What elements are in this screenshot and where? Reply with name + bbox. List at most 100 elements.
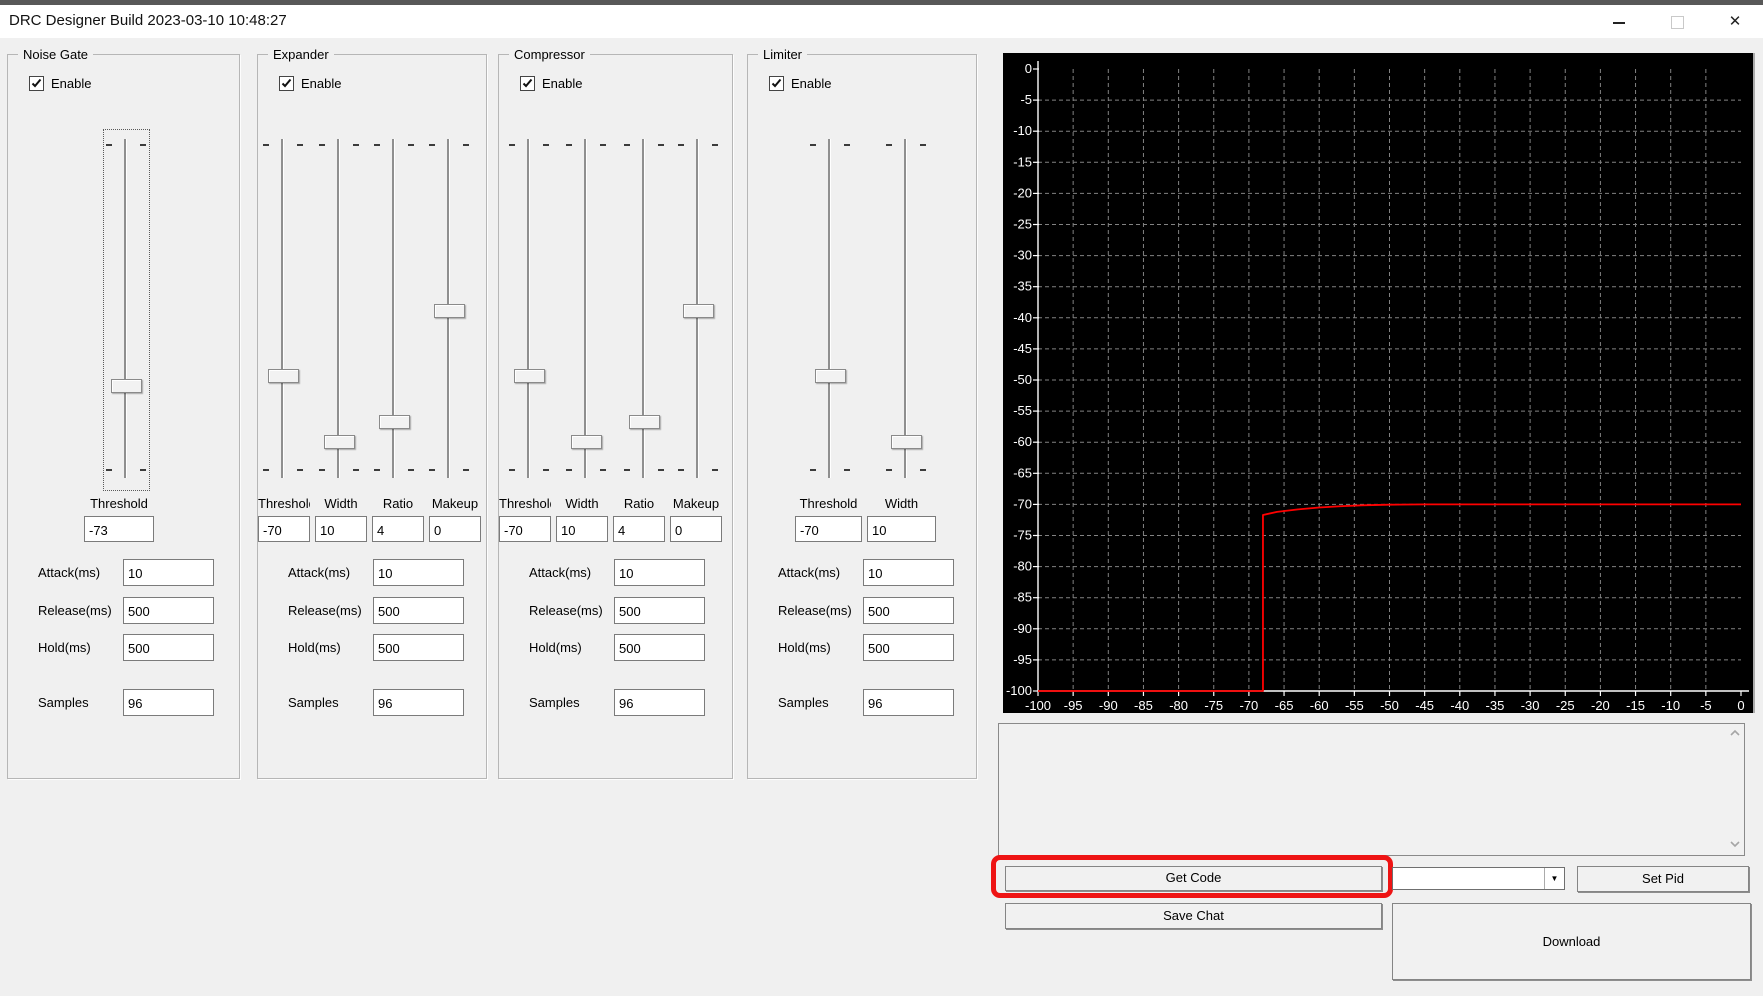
noise-gate-attack-input[interactable]: [123, 559, 214, 586]
tick-mark: [429, 469, 435, 471]
expander-makeup-slider[interactable]: [429, 139, 469, 478]
expander-width-input[interactable]: [315, 516, 367, 542]
slider-thumb[interactable]: [111, 379, 142, 393]
noise-gate-samples-input[interactable]: [123, 689, 214, 716]
tick-mark: [509, 469, 515, 471]
svg-text:-5: -5: [1700, 698, 1712, 713]
tick-mark: [920, 469, 926, 471]
title-bar: DRC Designer Build 2023-03-10 10:48:27 ✕: [0, 5, 1763, 38]
compressor-makeup-input[interactable]: [670, 516, 722, 542]
compressor-threshold-slider[interactable]: [509, 139, 549, 478]
expander-threshold-input[interactable]: [258, 516, 310, 542]
compressor-width-input[interactable]: [556, 516, 608, 542]
tick-mark: [353, 469, 359, 471]
log-textbox[interactable]: [998, 723, 1745, 856]
chevron-down-icon[interactable]: ▼: [1544, 868, 1564, 889]
slider-thumb[interactable]: [379, 415, 410, 429]
noise-gate-threshold-input[interactable]: [84, 516, 154, 542]
slider-thumb[interactable]: [324, 435, 355, 449]
close-button[interactable]: ✕: [1712, 10, 1758, 36]
expander-ratio-slider[interactable]: [374, 139, 414, 478]
slider-thumb[interactable]: [683, 304, 714, 318]
expander-width-slider[interactable]: [319, 139, 359, 478]
minimize-button[interactable]: [1596, 10, 1642, 36]
expander-ratio-input[interactable]: [372, 516, 424, 542]
scroll-up-icon[interactable]: [1727, 727, 1743, 741]
expander-hold-input[interactable]: [373, 634, 464, 661]
expander-release-input[interactable]: [373, 597, 464, 624]
noise-gate-release-input[interactable]: [123, 597, 214, 624]
tick-mark: [678, 144, 684, 146]
expander-threshold-slider[interactable]: [263, 139, 303, 478]
limiter-samples-input[interactable]: [863, 689, 954, 716]
limiter-threshold-input[interactable]: [795, 516, 862, 542]
threshold-column-label: Threshold: [499, 496, 551, 511]
limiter-width-input[interactable]: [867, 516, 936, 542]
limiter-release-input[interactable]: [863, 597, 954, 624]
expander-attack-input[interactable]: [373, 559, 464, 586]
svg-text:-45: -45: [1415, 698, 1434, 713]
attack-label: Attack(ms): [778, 565, 861, 581]
svg-text:-75: -75: [1013, 528, 1032, 543]
compressor-ratio-slider[interactable]: [624, 139, 664, 478]
svg-text:-85: -85: [1134, 698, 1153, 713]
compressor-hold-input[interactable]: [614, 634, 705, 661]
svg-text:-95: -95: [1013, 652, 1032, 667]
svg-text:-70: -70: [1013, 496, 1032, 511]
tick-mark: [509, 144, 515, 146]
samples-label: Samples: [778, 695, 861, 711]
noise-gate-hold-input[interactable]: [123, 634, 214, 661]
checkbox-checked-icon[interactable]: [29, 76, 44, 91]
slider-thumb[interactable]: [514, 369, 545, 383]
slider-thumb[interactable]: [434, 304, 465, 318]
compressor-samples-input[interactable]: [614, 689, 705, 716]
threshold-column-label: Threshold: [795, 496, 862, 511]
slider-thumb[interactable]: [815, 369, 846, 383]
limiter-threshold-slider[interactable]: [810, 139, 850, 478]
checkbox-checked-icon[interactable]: [520, 76, 535, 91]
group-noise-gate: Noise Gate Enable Threshold Attack(ms) R…: [7, 54, 240, 779]
tick-mark: [678, 469, 684, 471]
maximize-icon: [1671, 16, 1684, 29]
tick-mark: [844, 469, 850, 471]
scroll-down-icon[interactable]: [1727, 838, 1743, 852]
compressor-attack-input[interactable]: [614, 559, 705, 586]
pid-combobox[interactable]: ▼: [1392, 867, 1565, 890]
slider-thumb[interactable]: [571, 435, 602, 449]
checkbox-checked-icon[interactable]: [769, 76, 784, 91]
set-pid-button[interactable]: Set Pid: [1577, 866, 1749, 892]
save-chat-button[interactable]: Save Chat: [1005, 903, 1382, 929]
tick-mark: [543, 144, 549, 146]
limiter-hold-input[interactable]: [863, 634, 954, 661]
limiter-attack-input[interactable]: [863, 559, 954, 586]
slider-track: [584, 139, 587, 478]
tick-mark: [429, 144, 435, 146]
compressor-width-slider[interactable]: [566, 139, 606, 478]
expander-makeup-input[interactable]: [429, 516, 481, 542]
maximize-button[interactable]: [1654, 10, 1700, 36]
compressor-threshold-input[interactable]: [499, 516, 551, 542]
svg-text:-25: -25: [1013, 217, 1032, 232]
expander-samples-input[interactable]: [373, 689, 464, 716]
svg-text:-30: -30: [1013, 248, 1032, 263]
compressor-makeup-slider[interactable]: [678, 139, 718, 478]
enable-label: Enable: [51, 76, 91, 91]
slider-thumb[interactable]: [891, 435, 922, 449]
slider-thumb[interactable]: [629, 415, 660, 429]
tick-mark: [658, 144, 664, 146]
red-highlight-annotation: [991, 855, 1393, 898]
slider-thumb[interactable]: [268, 369, 299, 383]
svg-text:-30: -30: [1521, 698, 1540, 713]
tick-mark: [566, 469, 572, 471]
compressor-ratio-input[interactable]: [613, 516, 665, 542]
compressor-release-input[interactable]: [614, 597, 705, 624]
slider-track: [281, 139, 284, 478]
svg-text:-55: -55: [1013, 403, 1032, 418]
log-scrollbar[interactable]: [1726, 724, 1744, 855]
svg-text:-20: -20: [1013, 185, 1032, 200]
download-button[interactable]: Download: [1392, 903, 1751, 980]
noise-gate-threshold-slider[interactable]: [106, 139, 146, 478]
checkbox-checked-icon[interactable]: [279, 76, 294, 91]
limiter-width-slider[interactable]: [886, 139, 926, 478]
slider-track: [124, 139, 127, 478]
